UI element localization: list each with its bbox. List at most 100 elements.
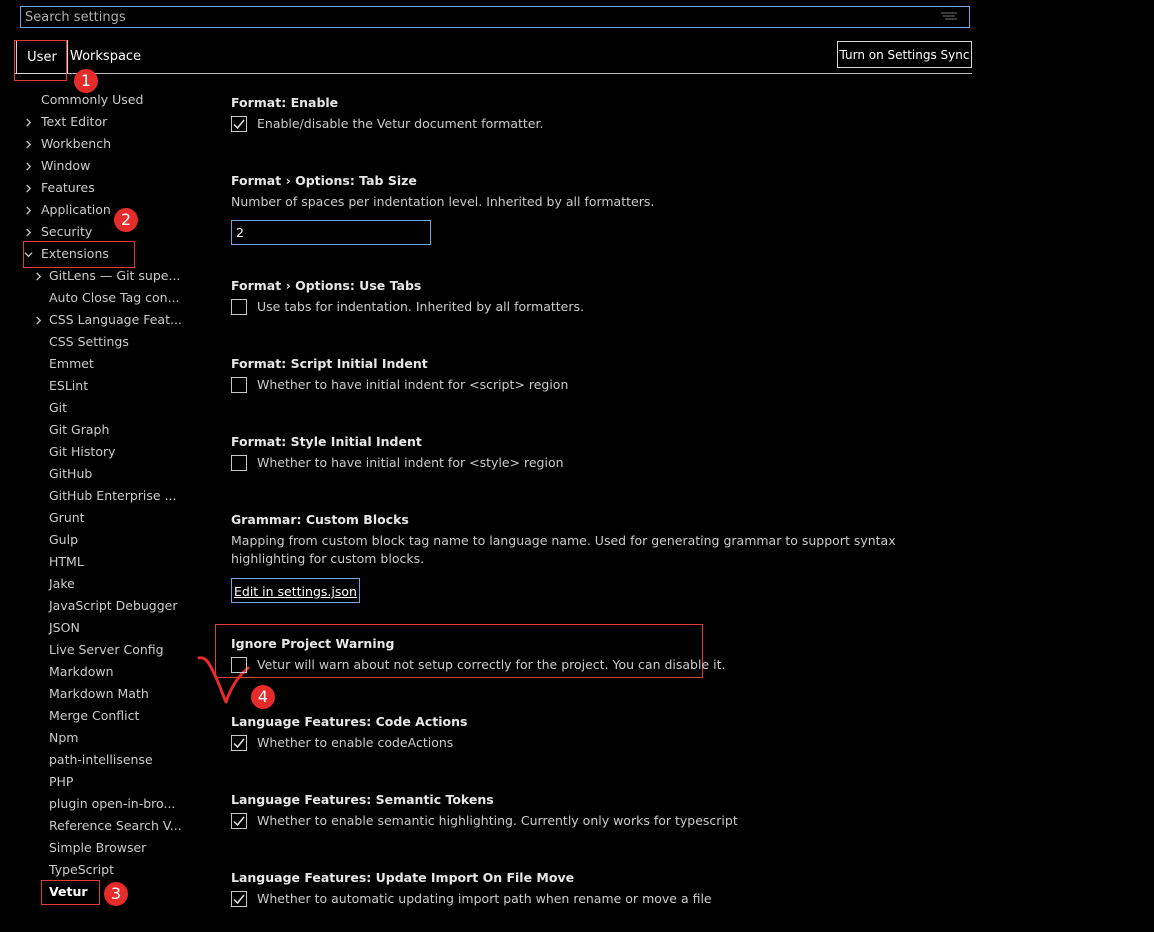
chevron-right-icon[interactable] xyxy=(22,112,34,132)
setting-description: Use tabs for indentation. Inherited by a… xyxy=(257,299,585,314)
toc-item-label: CSS Settings xyxy=(49,334,129,349)
setting-description: Vetur will warn about not setup correctl… xyxy=(257,657,726,672)
setting-description: Whether to enable codeActions xyxy=(257,735,454,750)
toc-item-label: Commonly Used xyxy=(41,92,144,107)
tab-workspace[interactable]: Workspace xyxy=(64,40,147,73)
setting-format-enable: Format: Enable Enable/disable the Vetur … xyxy=(231,94,961,133)
setting-custom-blocks: Grammar: Custom Blocks Mapping from cust… xyxy=(231,511,961,603)
checkbox-use-tabs[interactable] xyxy=(231,299,247,315)
setting-title: Format: Enable xyxy=(231,95,339,110)
annotation-badge-2: 2 xyxy=(114,208,138,232)
toc-item-label: Text Editor xyxy=(41,114,108,129)
setting-title: Format: Script Initial Indent xyxy=(231,356,428,371)
toc-item-label: GitHub Enterprise ... xyxy=(49,488,177,503)
toc-item-label: Security xyxy=(41,224,93,239)
toc-item-label: Emmet xyxy=(49,356,94,371)
checkbox-script-indent[interactable] xyxy=(231,377,247,393)
setting-title: Format › Options: Use Tabs xyxy=(231,278,422,293)
checkbox-semantic-tokens[interactable] xyxy=(231,813,247,829)
toc-item-label: Jake xyxy=(49,576,75,591)
toc-item-label: Git History xyxy=(49,444,116,459)
toc-item-label: Simple Browser xyxy=(49,840,147,855)
toc-item-label: Vetur xyxy=(49,884,88,899)
setting-title: Language Features: Code Actions xyxy=(231,714,468,729)
search-input[interactable] xyxy=(21,7,941,27)
toc-item-label: path-intellisense xyxy=(49,752,153,767)
toc-item-label: plugin open-in-bro... xyxy=(49,796,176,811)
tab-user[interactable]: User xyxy=(16,40,68,74)
toc-item-label: Reference Search V... xyxy=(49,818,182,833)
check-icon xyxy=(233,894,245,905)
chevron-right-icon[interactable] xyxy=(22,222,34,242)
setting-use-tabs: Format › Options: Use Tabs Use tabs for … xyxy=(231,277,961,316)
setting-style-initial-indent: Format: Style Initial Indent Whether to … xyxy=(231,433,961,472)
checkbox-ignore-warning[interactable] xyxy=(231,657,247,673)
settings-sync-button[interactable]: Turn on Settings Sync xyxy=(837,41,972,68)
chevron-right-icon[interactable] xyxy=(22,178,34,198)
setting-description: Whether to enable semantic highlighting.… xyxy=(257,813,738,828)
setting-title: Grammar: Custom Blocks xyxy=(231,512,409,527)
setting-description: Whether to have initial indent for <styl… xyxy=(257,455,564,470)
chevron-right-icon[interactable] xyxy=(32,310,44,330)
setting-tab-size: Format › Options: Tab Size Number of spa… xyxy=(231,172,961,245)
settings-tab-bar: User Workspace xyxy=(14,40,972,74)
setting-description: Mapping from custom block tag name to la… xyxy=(231,533,896,566)
chevron-right-icon[interactable] xyxy=(22,200,34,220)
setting-code-actions: Language Features: Code Actions Whether … xyxy=(231,713,961,752)
setting-description: Whether to have initial indent for <scri… xyxy=(257,377,569,392)
setting-description: Enable/disable the Vetur document format… xyxy=(257,116,544,131)
setting-update-import: Language Features: Update Import On File… xyxy=(231,869,961,908)
annotation-badge-3: 3 xyxy=(104,882,128,906)
checkbox-update-import[interactable] xyxy=(231,891,247,907)
annotation-badge-1: 1 xyxy=(74,69,98,93)
setting-description: Number of spaces per indentation level. … xyxy=(231,194,655,209)
toc-item-label: Window xyxy=(41,158,91,173)
toc-item-label: Application xyxy=(41,202,111,217)
setting-title: Language Features: Update Import On File… xyxy=(231,870,575,885)
toc-item-label: JavaScript Debugger xyxy=(49,598,178,613)
setting-description: Whether to automatic updating import pat… xyxy=(257,891,712,906)
toc-item-label: TypeScript xyxy=(49,862,114,877)
checkbox-style-indent[interactable] xyxy=(231,455,247,471)
filter-icon[interactable] xyxy=(941,12,957,22)
toc-item-label: GitLens — Git supe... xyxy=(49,268,181,283)
toc-item-label: ESLint xyxy=(49,378,89,393)
toc-item-label: Workbench xyxy=(41,136,111,151)
toc-item-label: Live Server Config xyxy=(49,642,164,657)
check-icon xyxy=(233,119,245,130)
checkbox-code-actions[interactable] xyxy=(231,735,247,751)
toc-item-label: Auto Close Tag con... xyxy=(49,290,180,305)
toc-item-label: Npm xyxy=(49,730,79,745)
toc-item-label: Markdown xyxy=(49,664,114,679)
toc-item-label: JSON xyxy=(49,620,80,635)
tab-size-input[interactable] xyxy=(231,220,431,245)
setting-title: Format › Options: Tab Size xyxy=(231,173,417,188)
toc-item-label: Git Graph xyxy=(49,422,110,437)
toc-item-label: Gulp xyxy=(49,532,79,547)
toc-item-label: Git xyxy=(49,400,68,415)
chevron-down-icon[interactable] xyxy=(22,244,34,264)
toc-item-label: Markdown Math xyxy=(49,686,149,701)
toc-item-label: Merge Conflict xyxy=(49,708,140,723)
toc-item-label: Grunt xyxy=(49,510,85,525)
search-settings-box[interactable] xyxy=(20,6,970,28)
setting-ignore-project-warning: Ignore Project Warning Vetur will warn a… xyxy=(231,635,961,674)
toc-item-label: PHP xyxy=(49,774,74,789)
chevron-right-icon[interactable] xyxy=(32,266,44,286)
check-icon xyxy=(233,738,245,749)
chevron-right-icon[interactable] xyxy=(22,156,34,176)
chevron-right-icon[interactable] xyxy=(22,134,34,154)
setting-script-initial-indent: Format: Script Initial Indent Whether to… xyxy=(231,355,961,394)
edit-in-settings-json-link[interactable]: Edit in settings.json xyxy=(231,578,360,603)
toc-item-label: Extensions xyxy=(41,246,109,261)
toc-item-label: CSS Language Feat... xyxy=(49,312,182,327)
setting-semantic-tokens: Language Features: Semantic Tokens Wheth… xyxy=(231,791,961,830)
setting-title: Format: Style Initial Indent xyxy=(231,434,422,449)
toc-item-label: GitHub xyxy=(49,466,93,481)
setting-title: Language Features: Semantic Tokens xyxy=(231,792,494,807)
checkbox-format-enable[interactable] xyxy=(231,116,247,132)
toc-item-label: Features xyxy=(41,180,95,195)
toc-item-label: HTML xyxy=(49,554,84,569)
check-icon xyxy=(233,816,245,827)
setting-title: Ignore Project Warning xyxy=(231,636,395,651)
